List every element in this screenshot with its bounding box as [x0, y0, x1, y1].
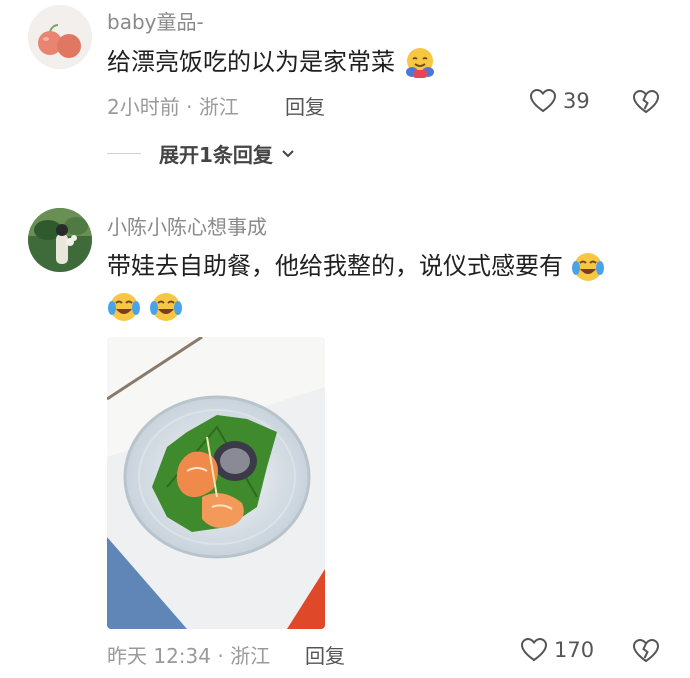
comment-username[interactable]: 小陈小陈心想事成 — [107, 211, 267, 240]
tears-of-joy-emoji — [571, 253, 604, 281]
comment-location: 浙江 — [230, 644, 271, 668]
comment-username[interactable]: baby童品- — [107, 6, 204, 35]
like-button[interactable]: 39 — [529, 88, 590, 114]
expand-replies-button[interactable]: 展开1条回复 — [107, 139, 295, 168]
comment-text-body: 带娃去自助餐，他给我整的，说仪式感要有 — [107, 252, 563, 280]
meta-separator: · — [217, 644, 224, 668]
heart-outline-icon — [520, 637, 548, 662]
comment-time: 2小时前 — [107, 95, 180, 119]
comment-text: 给漂亮饭吃的以为是家常菜 — [107, 46, 437, 80]
expand-replies-label: 展开1条回复 — [159, 143, 273, 167]
reply-button[interactable]: 回复 — [285, 91, 325, 120]
dislike-button[interactable] — [632, 89, 660, 119]
comment-time: 昨天 12:34 — [107, 644, 211, 668]
broken-heart-icon — [632, 89, 660, 114]
comment-image[interactable] — [107, 337, 325, 629]
tears-of-joy-emoji — [108, 293, 140, 321]
comment-text: 带娃去自助餐，他给我整的，说仪式感要有 — [107, 250, 605, 284]
tears-of-joy-emoji — [150, 293, 182, 321]
expand-divider — [107, 153, 141, 154]
heart-outline-icon — [529, 88, 557, 113]
comment-meta: 昨天 12:34 · 浙江 — [107, 640, 270, 669]
like-button[interactable]: 170 — [520, 637, 594, 663]
broken-heart-icon — [632, 638, 660, 663]
avatar[interactable] — [28, 5, 92, 69]
comment-meta: 2小时前 · 浙江 — [107, 91, 239, 120]
comment-text-body: 给漂亮饭吃的以为是家常菜 — [107, 48, 395, 76]
chevron-down-icon — [282, 149, 294, 157]
dislike-button[interactable] — [632, 638, 660, 668]
like-count: 170 — [554, 638, 595, 662]
avatar[interactable] — [28, 208, 92, 272]
emoji-row — [107, 290, 183, 324]
reply-button[interactable]: 回复 — [305, 640, 345, 669]
hugging-face-emoji — [405, 48, 434, 78]
comment-location: 浙江 — [198, 95, 239, 119]
like-count: 39 — [563, 89, 590, 113]
meta-separator: · — [186, 95, 193, 119]
